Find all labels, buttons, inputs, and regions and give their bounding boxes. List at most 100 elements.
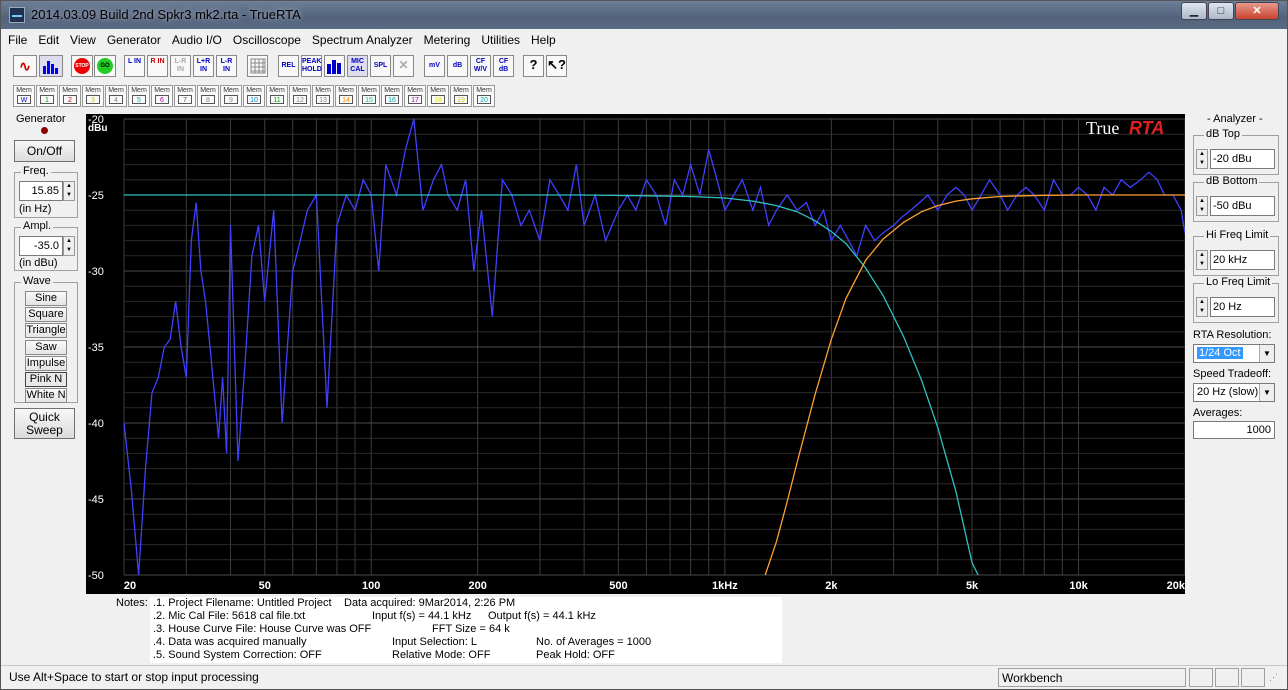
db-button[interactable]: dB <box>447 55 468 77</box>
go-button[interactable]: GO <box>94 55 116 77</box>
memory-label: Mem <box>453 87 469 94</box>
crest-factor-db-button[interactable]: CF dB <box>493 55 514 77</box>
freq-input[interactable]: 15.85 <box>19 181 63 201</box>
menu-spectrum-analyzer[interactable]: Spectrum Analyzer <box>306 30 418 47</box>
note-line-1: .1. Project Filename: Untitled Project <box>153 597 332 609</box>
menu-oscilloscope[interactable]: Oscilloscope <box>227 30 306 47</box>
memory-button-6[interactable]: Mem 6 <box>151 85 173 107</box>
memory-button-17[interactable]: Mem 17 <box>404 85 426 107</box>
menu-help[interactable]: Help <box>525 30 561 47</box>
memory-number: 12 <box>293 95 307 104</box>
db-bottom-input[interactable]: -50 dBu <box>1210 196 1275 216</box>
note-fft-size: FFT Size = 64 k <box>432 623 510 635</box>
quick-sweep-button[interactable]: Quick Sweep <box>14 408 75 439</box>
context-help-icon[interactable]: ↖? <box>546 55 567 77</box>
memory-button-16[interactable]: Mem 16 <box>381 85 403 107</box>
resize-grip-icon[interactable]: ⋰ <box>1269 672 1278 683</box>
speed-tradeoff-select[interactable]: 20 Hz (slow) ▼ <box>1193 383 1275 402</box>
memory-button-19[interactable]: Mem 19 <box>450 85 472 107</box>
wave-triangle-button[interactable]: Triangle <box>25 323 67 338</box>
memory-button-20[interactable]: Mem 20 <box>473 85 495 107</box>
maximize-button[interactable]: □ <box>1208 2 1234 20</box>
menu-file[interactable]: File <box>2 30 32 47</box>
memory-button-3[interactable]: Mem 3 <box>82 85 104 107</box>
spl-button[interactable]: SPL <box>370 55 391 77</box>
menu-utilities[interactable]: Utilities <box>475 30 525 47</box>
wave-sine-button[interactable]: Sine <box>25 291 67 306</box>
lo-freq-input[interactable]: 20 Hz <box>1210 297 1275 317</box>
wave-square-button[interactable]: Square <box>25 307 67 322</box>
wave-saw-button[interactable]: Saw <box>25 340 67 355</box>
memory-button-14[interactable]: Mem 14 <box>335 85 357 107</box>
memory-toolbar: Mem W Mem 1 Mem 2 Mem 3 Mem 4 Mem 5 Mem 6 Mem 7 Mem 8 Mem 9… <box>13 85 523 111</box>
l-r-input-button[interactable]: L-R IN <box>170 55 191 77</box>
close-button[interactable]: ✕ <box>1235 2 1279 20</box>
crest-factor-wv-button[interactable]: CF W/V <box>470 55 491 77</box>
memory-button-9[interactable]: Mem 9 <box>220 85 242 107</box>
peak-hold-button[interactable]: PEAK HOLD <box>301 55 322 77</box>
memory-number: 10 <box>247 95 261 104</box>
chevron-down-icon: ▼ <box>1259 384 1274 401</box>
rta-resolution-select[interactable]: 1/24 Oct ▼ <box>1193 344 1275 363</box>
relative-mode-button[interactable]: REL <box>278 55 299 77</box>
lo-freq-spinner[interactable]: ▲ ▼ <box>1196 297 1208 317</box>
l-minus-r-input-button[interactable]: L-R IN <box>216 55 237 77</box>
generator-on-off-button[interactable]: On/Off <box>14 140 75 162</box>
title-bar[interactable]: 2014.03.09 Build 2nd Spkr3 mk2.rta - Tru… <box>1 1 1287 29</box>
memory-label: Mem <box>16 87 32 94</box>
menu-view[interactable]: View <box>64 30 101 47</box>
menu-metering[interactable]: Metering <box>418 30 476 47</box>
app-icon[interactable] <box>9 7 25 23</box>
hi-freq-spinner[interactable]: ▲ ▼ <box>1196 250 1208 270</box>
wave-white-noise-button[interactable]: White N <box>25 388 67 403</box>
ampl-input[interactable]: -35.0 <box>19 236 63 256</box>
ampl-spinner[interactable]: ▲ ▼ <box>63 236 75 256</box>
stop-button[interactable]: STOP <box>71 55 93 77</box>
memory-button-1[interactable]: Mem 1 <box>36 85 58 107</box>
freq-spinner[interactable]: ▲ ▼ <box>63 181 75 201</box>
chevron-down-icon: ▼ <box>1259 345 1274 362</box>
grid-icon[interactable] <box>247 55 268 77</box>
mic-cal-button[interactable]: MIC CAL <box>347 55 368 77</box>
db-top-spinner[interactable]: ▲ ▼ <box>1196 149 1208 169</box>
disabled-x-icon[interactable]: ✕ <box>393 55 414 77</box>
menu-audio-io[interactable]: Audio I/O <box>166 30 227 47</box>
memory-button-7[interactable]: Mem 7 <box>174 85 196 107</box>
db-top-input[interactable]: -20 dBu <box>1210 149 1275 169</box>
left-input-button[interactable]: L IN <box>124 55 145 77</box>
spectrum-plot[interactable]: -20 -25 -30 -35 -40 -45 -50 dBu 20 50 100 200 500 1kH… <box>86 114 1186 594</box>
memory-label: Mem <box>131 87 147 94</box>
hi-freq-label: Hi Freq Limit <box>1204 229 1271 241</box>
l-plus-r-input-button[interactable]: L+R IN <box>193 55 214 77</box>
memory-button-5[interactable]: Mem 5 <box>128 85 150 107</box>
spectrum-bars-icon[interactable] <box>39 55 63 77</box>
memory-button-15[interactable]: Mem 15 <box>358 85 380 107</box>
right-input-button[interactable]: R IN <box>147 55 168 77</box>
generator-led-icon <box>41 127 48 134</box>
memory-button-2[interactable]: Mem 2 <box>59 85 81 107</box>
memory-button-10[interactable]: Mem 10 <box>243 85 265 107</box>
stop-label: STOP <box>74 58 90 74</box>
wave-impulse-button[interactable]: Impulse <box>25 356 67 371</box>
memory-button-11[interactable]: Mem 11 <box>266 85 288 107</box>
hi-freq-input[interactable]: 20 kHz <box>1210 250 1275 270</box>
oscilloscope-wave-icon[interactable]: ∿ <box>13 55 37 77</box>
menu-generator[interactable]: Generator <box>101 30 166 47</box>
analyzer-panel-title: Analyzer <box>1213 113 1256 125</box>
help-question-icon[interactable]: ? <box>523 55 544 77</box>
memory-button-13[interactable]: Mem 13 <box>312 85 334 107</box>
memory-number: 20 <box>477 95 491 104</box>
averages-input[interactable]: 1000 <box>1193 421 1275 439</box>
wave-pink-noise-button[interactable]: Pink N <box>25 372 67 387</box>
minimize-button[interactable]: ▁ <box>1181 2 1207 20</box>
mv-button[interactable]: mV <box>424 55 445 77</box>
memory-button-4[interactable]: Mem 4 <box>105 85 127 107</box>
wave-group: Wave Sine Square Triangle Saw Impulse Pi… <box>14 275 78 403</box>
memory-button-w[interactable]: Mem W <box>13 85 35 107</box>
memory-button-12[interactable]: Mem 12 <box>289 85 311 107</box>
db-bottom-spinner[interactable]: ▲ ▼ <box>1196 196 1208 216</box>
menu-edit[interactable]: Edit <box>32 30 64 47</box>
bar-display-icon[interactable] <box>324 55 345 77</box>
memory-button-8[interactable]: Mem 8 <box>197 85 219 107</box>
memory-button-18[interactable]: Mem 18 <box>427 85 449 107</box>
